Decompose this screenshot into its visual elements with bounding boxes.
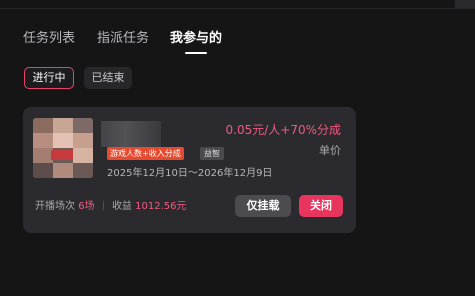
- hang-only-button[interactable]: 仅挂载: [235, 195, 291, 217]
- stats-divider: [102, 201, 104, 210]
- tab-my-participation[interactable]: 我参与的: [170, 31, 222, 47]
- unit-price: 0.05元/人+70%分成: [225, 123, 342, 137]
- sessions-value: 6场: [78, 201, 95, 212]
- avatar: [33, 118, 93, 178]
- close-button[interactable]: 关闭: [299, 195, 343, 217]
- date-range: 2025年12月10日～2026年12月9日: [107, 168, 273, 179]
- revenue-value: 1012.56元: [135, 201, 187, 212]
- active-tab-indicator: [185, 52, 207, 54]
- category-badge: 益智: [200, 147, 224, 160]
- filter-ended[interactable]: 已结束: [84, 67, 132, 89]
- tab-task-list[interactable]: 任务列表: [23, 31, 75, 47]
- revenue-type-badge: 游戏人数+收入分成: [107, 147, 184, 160]
- task-card[interactable]: 游戏人数+收入分成 益智 0.05元/人+70%分成 单价 2025年12月10…: [23, 107, 356, 233]
- revenue-label: 收益: [111, 201, 132, 212]
- stats-row: 开播场次 6场 收益 1012.56元: [35, 200, 186, 214]
- streamer-name-redacted: [101, 121, 161, 147]
- unit-price-label: 单价: [319, 144, 341, 157]
- filter-in-progress[interactable]: 进行中: [24, 67, 74, 89]
- tab-assigned-tasks[interactable]: 指派任务: [97, 31, 149, 47]
- sessions-label: 开播场次: [35, 201, 75, 212]
- window-corner: [455, 0, 475, 8]
- top-bar: [0, 0, 475, 9]
